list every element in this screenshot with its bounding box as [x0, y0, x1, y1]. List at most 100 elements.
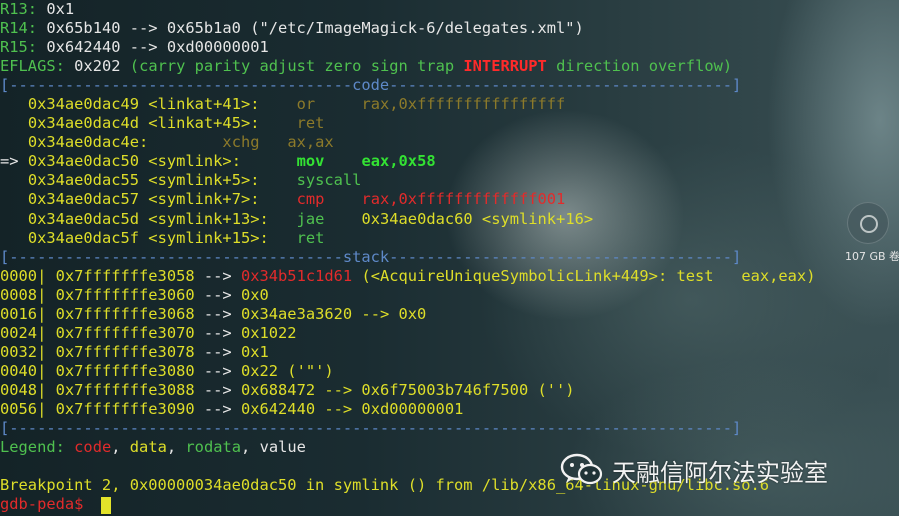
drive-label: 107 GB 卷 [845, 250, 899, 263]
desktop-drive-shortcut[interactable]: 107 GB 卷 [845, 200, 899, 270]
instr-mnemonic: ret [296, 228, 325, 247]
code-line: 0x34ae0dac4d <linkat+45>: ret [0, 114, 815, 133]
stack-offset: 0040| [0, 361, 47, 380]
instr-address: 0x34ae0dac4e: [27, 133, 149, 152]
stack-line: 0056| 0x7fffffffe3090 --> 0x642440 --> 0… [0, 400, 815, 419]
stack-address: 0x7fffffffe3060 [55, 285, 195, 304]
pointer-arrow: --> [194, 342, 241, 361]
stack-address: 0x7fffffffe3080 [55, 361, 195, 380]
stack-line: 0048| 0x7fffffffe3088 --> 0x688472 --> 0… [0, 381, 815, 400]
drive-icon [847, 202, 889, 244]
legend-sep: , [111, 438, 130, 457]
code-separator: [-------------------------------------co… [0, 76, 815, 95]
register-value: 0x1 [46, 0, 75, 18]
gdb-prompt: gdb-peda$ [0, 495, 93, 514]
stack-offset: 0008| [0, 285, 47, 304]
code-line: 0x34ae0dac55 <symlink+5>: syscall [0, 171, 815, 190]
eflags-value: 0x202 [74, 57, 121, 76]
register-line: R14: 0x65b140 --> 0x65b1a0 ("/etc/ImageM… [0, 19, 815, 38]
stack-address: 0x7fffffffe3058 [55, 266, 195, 285]
separator-code: [-------------------------------------co… [0, 76, 742, 95]
pointer-arrow: --> [194, 323, 241, 342]
instr-operands: eax,0x58 [361, 152, 436, 171]
instr-symbol: <symlink+15>: [148, 228, 269, 247]
pointer-arrow: --> [194, 399, 241, 418]
instr-mnemonic: or [296, 95, 316, 114]
line-prefix [0, 95, 28, 113]
instr-symbol: <symlink+13>: [148, 209, 269, 228]
instr-address: 0x34ae0dac57 [27, 190, 140, 209]
paren: ) [722, 57, 733, 76]
code-line: 0x34ae0dac4e: xchg ax,ax [0, 133, 815, 152]
stack-separator: [------------------------------------sta… [0, 248, 815, 267]
stack-offset: 0000| [0, 266, 47, 285]
gdb-terminal-output[interactable]: R13: 0x1 R14: 0x65b140 --> 0x65b1a0 ("/et… [0, 0, 815, 514]
instr-mnemonic: xchg [222, 133, 260, 152]
register-value: 0x642440 --> 0xd00000001 [46, 38, 269, 57]
register-line: R15: 0x642440 --> 0xd00000001 [0, 38, 815, 57]
code-line: 0x34ae0dac5d <symlink+13>: jae 0x34ae0da… [0, 210, 815, 229]
stack-line: 0016| 0x7fffffffe3068 --> 0x34ae3a3620 -… [0, 305, 815, 324]
instr-mnemonic: ret [296, 114, 325, 133]
stack-value: 0x1 [240, 342, 269, 361]
current-instr-arrow: => [0, 152, 28, 171]
instr-address: 0x34ae0dac5d [27, 209, 140, 228]
stack-value: 0x1022 [240, 323, 297, 342]
stack-line: 0000| 0x7fffffffe3058 --> 0x34b51c1d61 (… [0, 267, 815, 286]
prompt-line: gdb-peda$ [0, 495, 815, 514]
register-name: R14: [0, 19, 38, 38]
stack-address: 0x7fffffffe3070 [55, 323, 195, 342]
code-line: 0x34ae0dac57 <symlink+7>: cmp rax,0xffff… [0, 190, 815, 209]
pointer-arrow: --> [194, 380, 241, 399]
terminal-cursor [101, 497, 111, 514]
instr-address: 0x34ae0dac5f [27, 228, 140, 247]
instr-mnemonic: mov [296, 152, 325, 171]
stack-value: 0x22 ('"') [240, 361, 334, 380]
register-name: R15: [0, 38, 38, 57]
line-prefix [0, 133, 28, 151]
legend-value: value [259, 438, 306, 457]
line-prefix [0, 114, 28, 132]
code-line: 0x34ae0dac5f <symlink+15>: ret [0, 229, 815, 248]
stack-line: 0032| 0x7fffffffe3078 --> 0x1 [0, 343, 815, 362]
stack-address: 0x7fffffffe3078 [55, 342, 195, 361]
line-prefix [0, 190, 28, 208]
stack-offset: 0048| [0, 380, 47, 399]
stack-value: 0x34ae3a3620 --> 0x0 [240, 304, 427, 323]
code-line: => 0x34ae0dac50 <symlink>: mov eax,0x58 [0, 152, 815, 171]
instr-operands: rax,0xffffffffffffffff [361, 95, 566, 114]
separator-end: [---------------------------------------… [0, 419, 742, 438]
instr-symbol: <symlink>: [148, 152, 241, 171]
stack-line: 0024| 0x7fffffffe3070 --> 0x1022 [0, 324, 815, 343]
legend-sep: , [166, 438, 186, 457]
pointer-arrow: --> [194, 361, 241, 380]
stack-line: 0040| 0x7fffffffe3080 --> 0x22 ('"') [0, 362, 815, 381]
line-prefix [0, 229, 28, 247]
watermark-text: 天融信阿尔法实验室 [612, 458, 828, 487]
eflags-interrupt: INTERRUPT [463, 57, 547, 76]
legend-data: data [129, 438, 167, 457]
pointer-arrow: --> [194, 285, 241, 304]
legend-code: code [74, 438, 112, 457]
